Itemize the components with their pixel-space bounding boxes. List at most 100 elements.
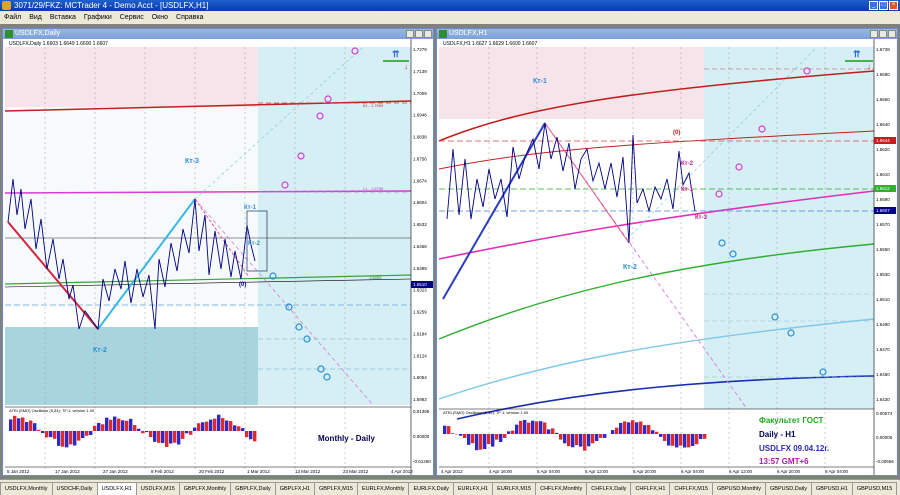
- osc-bar: [149, 431, 152, 437]
- menu-file[interactable]: Файл: [0, 14, 25, 21]
- osc-bar: [141, 431, 144, 433]
- chart-tab[interactable]: GBPUSD,M15: [852, 482, 897, 495]
- chart-tab[interactable]: GBPUSD,H1: [811, 482, 853, 495]
- menu-window[interactable]: Окно: [148, 14, 172, 21]
- chart-tab[interactable]: GBPLFX,Monthly: [179, 482, 232, 495]
- menu-view[interactable]: Вид: [25, 14, 46, 21]
- osc-bar: [615, 428, 618, 434]
- chart-tab[interactable]: USDLFX,Monthly: [0, 482, 53, 495]
- axis-price-label: 1.6948: [413, 113, 427, 118]
- chart-window-title-bar[interactable]: USDLFX,Daily: [3, 29, 433, 39]
- axis-price-label: 1.6430: [876, 397, 890, 402]
- osc-bar: [169, 431, 172, 444]
- osc-bar: [221, 418, 224, 431]
- chart-tab[interactable]: EURLFX,H1: [453, 482, 493, 495]
- chart-tab[interactable]: CHFLFX,Daily: [586, 482, 631, 495]
- osc-bar: [17, 418, 20, 431]
- osc-bar: [173, 431, 176, 443]
- chart-tab[interactable]: CHFLFX,M15: [669, 482, 713, 495]
- axis-price-label: 1.6620: [876, 147, 890, 152]
- chart-window-daily[interactable]: USDLFX,Daily USDLFX,Daily 1.6603 1.6649 …: [2, 28, 434, 476]
- osc-bar: [29, 421, 32, 431]
- osc-bar: [193, 428, 196, 431]
- window-close-button[interactable]: [424, 30, 432, 38]
- chart-tab[interactable]: GBPLFX,H1: [275, 482, 315, 495]
- osc-bar: [679, 434, 682, 446]
- osc-bar: [631, 420, 634, 434]
- chart-tab[interactable]: CHFLFX,Monthly: [535, 482, 587, 495]
- osc-bar: [507, 431, 510, 434]
- osc-bar: [635, 422, 638, 434]
- osc-bar: [655, 432, 658, 434]
- close-button[interactable]: ×: [889, 1, 898, 10]
- axis-price-label: 1.7279: [413, 47, 427, 52]
- menu-help[interactable]: Справка: [172, 14, 207, 21]
- osc-bar: [703, 434, 706, 439]
- axis-date-label: 1 Mar 2012: [247, 469, 270, 474]
- chart-tab[interactable]: USDLFX,H1: [97, 482, 137, 495]
- axis-price-label: 1.6610: [876, 172, 890, 177]
- chart-tab[interactable]: GBPLFX,M15: [314, 482, 358, 495]
- osc-bar: [105, 418, 108, 431]
- chart-tab[interactable]: EURLFX,Daily: [408, 482, 453, 495]
- h1-chart[interactable]: Кт-1 Кт-2 Кт-2 Кт-1 Кт-3 (0) ⇈ ↓ ATEL(SM…: [437, 39, 897, 475]
- menu-insert[interactable]: Вставка: [46, 14, 80, 21]
- axis-price-label: 1.6674: [413, 178, 427, 183]
- osc-bar: [687, 434, 690, 447]
- osc-bar: [77, 431, 80, 441]
- label-kt2-h1: Кт-2: [623, 264, 637, 271]
- osc-bar: [133, 425, 136, 431]
- osc-bar: [209, 420, 212, 431]
- chart-tab[interactable]: CHFLFX,H1: [630, 482, 670, 495]
- minimize-button[interactable]: _: [869, 1, 878, 10]
- chart-window-title-bar-h1[interactable]: USDLFX,H1: [437, 29, 897, 39]
- chart-tab[interactable]: GBPLFX,Daily: [230, 482, 275, 495]
- osc-bar: [695, 434, 698, 444]
- osc-bar: [129, 419, 132, 431]
- daily-chart[interactable]: Кт-3 Кт-1 Кт-2 Кт-2 (0) 61 - 1.7009 L1 -…: [3, 39, 433, 475]
- window-restore-button[interactable]: [415, 30, 423, 38]
- osc-bar: [563, 434, 566, 443]
- oscillator-title-h1: ATEL(SMO) Oscillator (5,34); TF:1; versi…: [443, 410, 529, 415]
- axis-date-label: 27 Jan 2012: [103, 469, 128, 474]
- osc-bar: [137, 429, 140, 431]
- axis-price-label: 1.6530: [876, 272, 890, 277]
- osc-bar: [53, 431, 56, 439]
- app-icon: [2, 1, 11, 10]
- app-title: 3071/29/FKZ: MCTrader 4 - Demo Acct - [U…: [14, 0, 208, 11]
- chart-tab[interactable]: GBPUSD,Monthly: [712, 482, 766, 495]
- chart-tab[interactable]: EURLFX,M15: [492, 482, 536, 495]
- label-kt1-h1: Кт-1: [533, 78, 547, 85]
- window-minimize-button[interactable]: [406, 30, 414, 38]
- osc-bar: [671, 434, 674, 446]
- menu-charts[interactable]: Графики: [80, 14, 116, 21]
- chart-tab[interactable]: USDLFX,M15: [136, 482, 180, 495]
- chart-tab[interactable]: EURLFX,Monthly: [357, 482, 410, 495]
- osc-bar: [491, 434, 494, 447]
- window-restore-button-h1[interactable]: [879, 30, 887, 38]
- osc-bar: [225, 421, 228, 431]
- osc-bar: [539, 421, 542, 434]
- app-title-bar: 3071/29/FKZ: MCTrader 4 - Demo Acct - [U…: [0, 0, 900, 11]
- osc-bar: [241, 428, 244, 431]
- mdi-area: USDLFX,Daily USDLFX,Daily 1.6603 1.6649 …: [0, 24, 900, 479]
- osc-bar: [109, 420, 112, 431]
- chart-tab[interactable]: USDCHF,Daily: [52, 482, 98, 495]
- axis-price-label: 1.6259: [413, 310, 427, 315]
- axis-date-label: 8 Feb 2012: [151, 469, 174, 474]
- chart-tab[interactable]: GBPUSD,Daily: [765, 482, 812, 495]
- menu-tools[interactable]: Сервис: [116, 14, 148, 21]
- osc-bar: [9, 419, 12, 431]
- osc-bar: [205, 422, 208, 431]
- window-minimize-button-h1[interactable]: [870, 30, 878, 38]
- chart-window-h1[interactable]: USDLFX,H1 USDLFX,H1 1.6627 1.6629 1.6600…: [436, 28, 898, 476]
- label-kt1: Кт-1: [244, 205, 257, 211]
- axis-price-label: 1.6323: [413, 288, 427, 293]
- down-arrow-icon: ↓: [404, 62, 408, 71]
- osc-bar: [639, 422, 642, 434]
- window-close-button-h1[interactable]: [888, 30, 896, 38]
- maximize-button[interactable]: □: [879, 1, 888, 10]
- osc-bar: [41, 431, 44, 433]
- osc-bar: [213, 419, 216, 431]
- label-kt3-h1: Кт-3: [695, 215, 708, 221]
